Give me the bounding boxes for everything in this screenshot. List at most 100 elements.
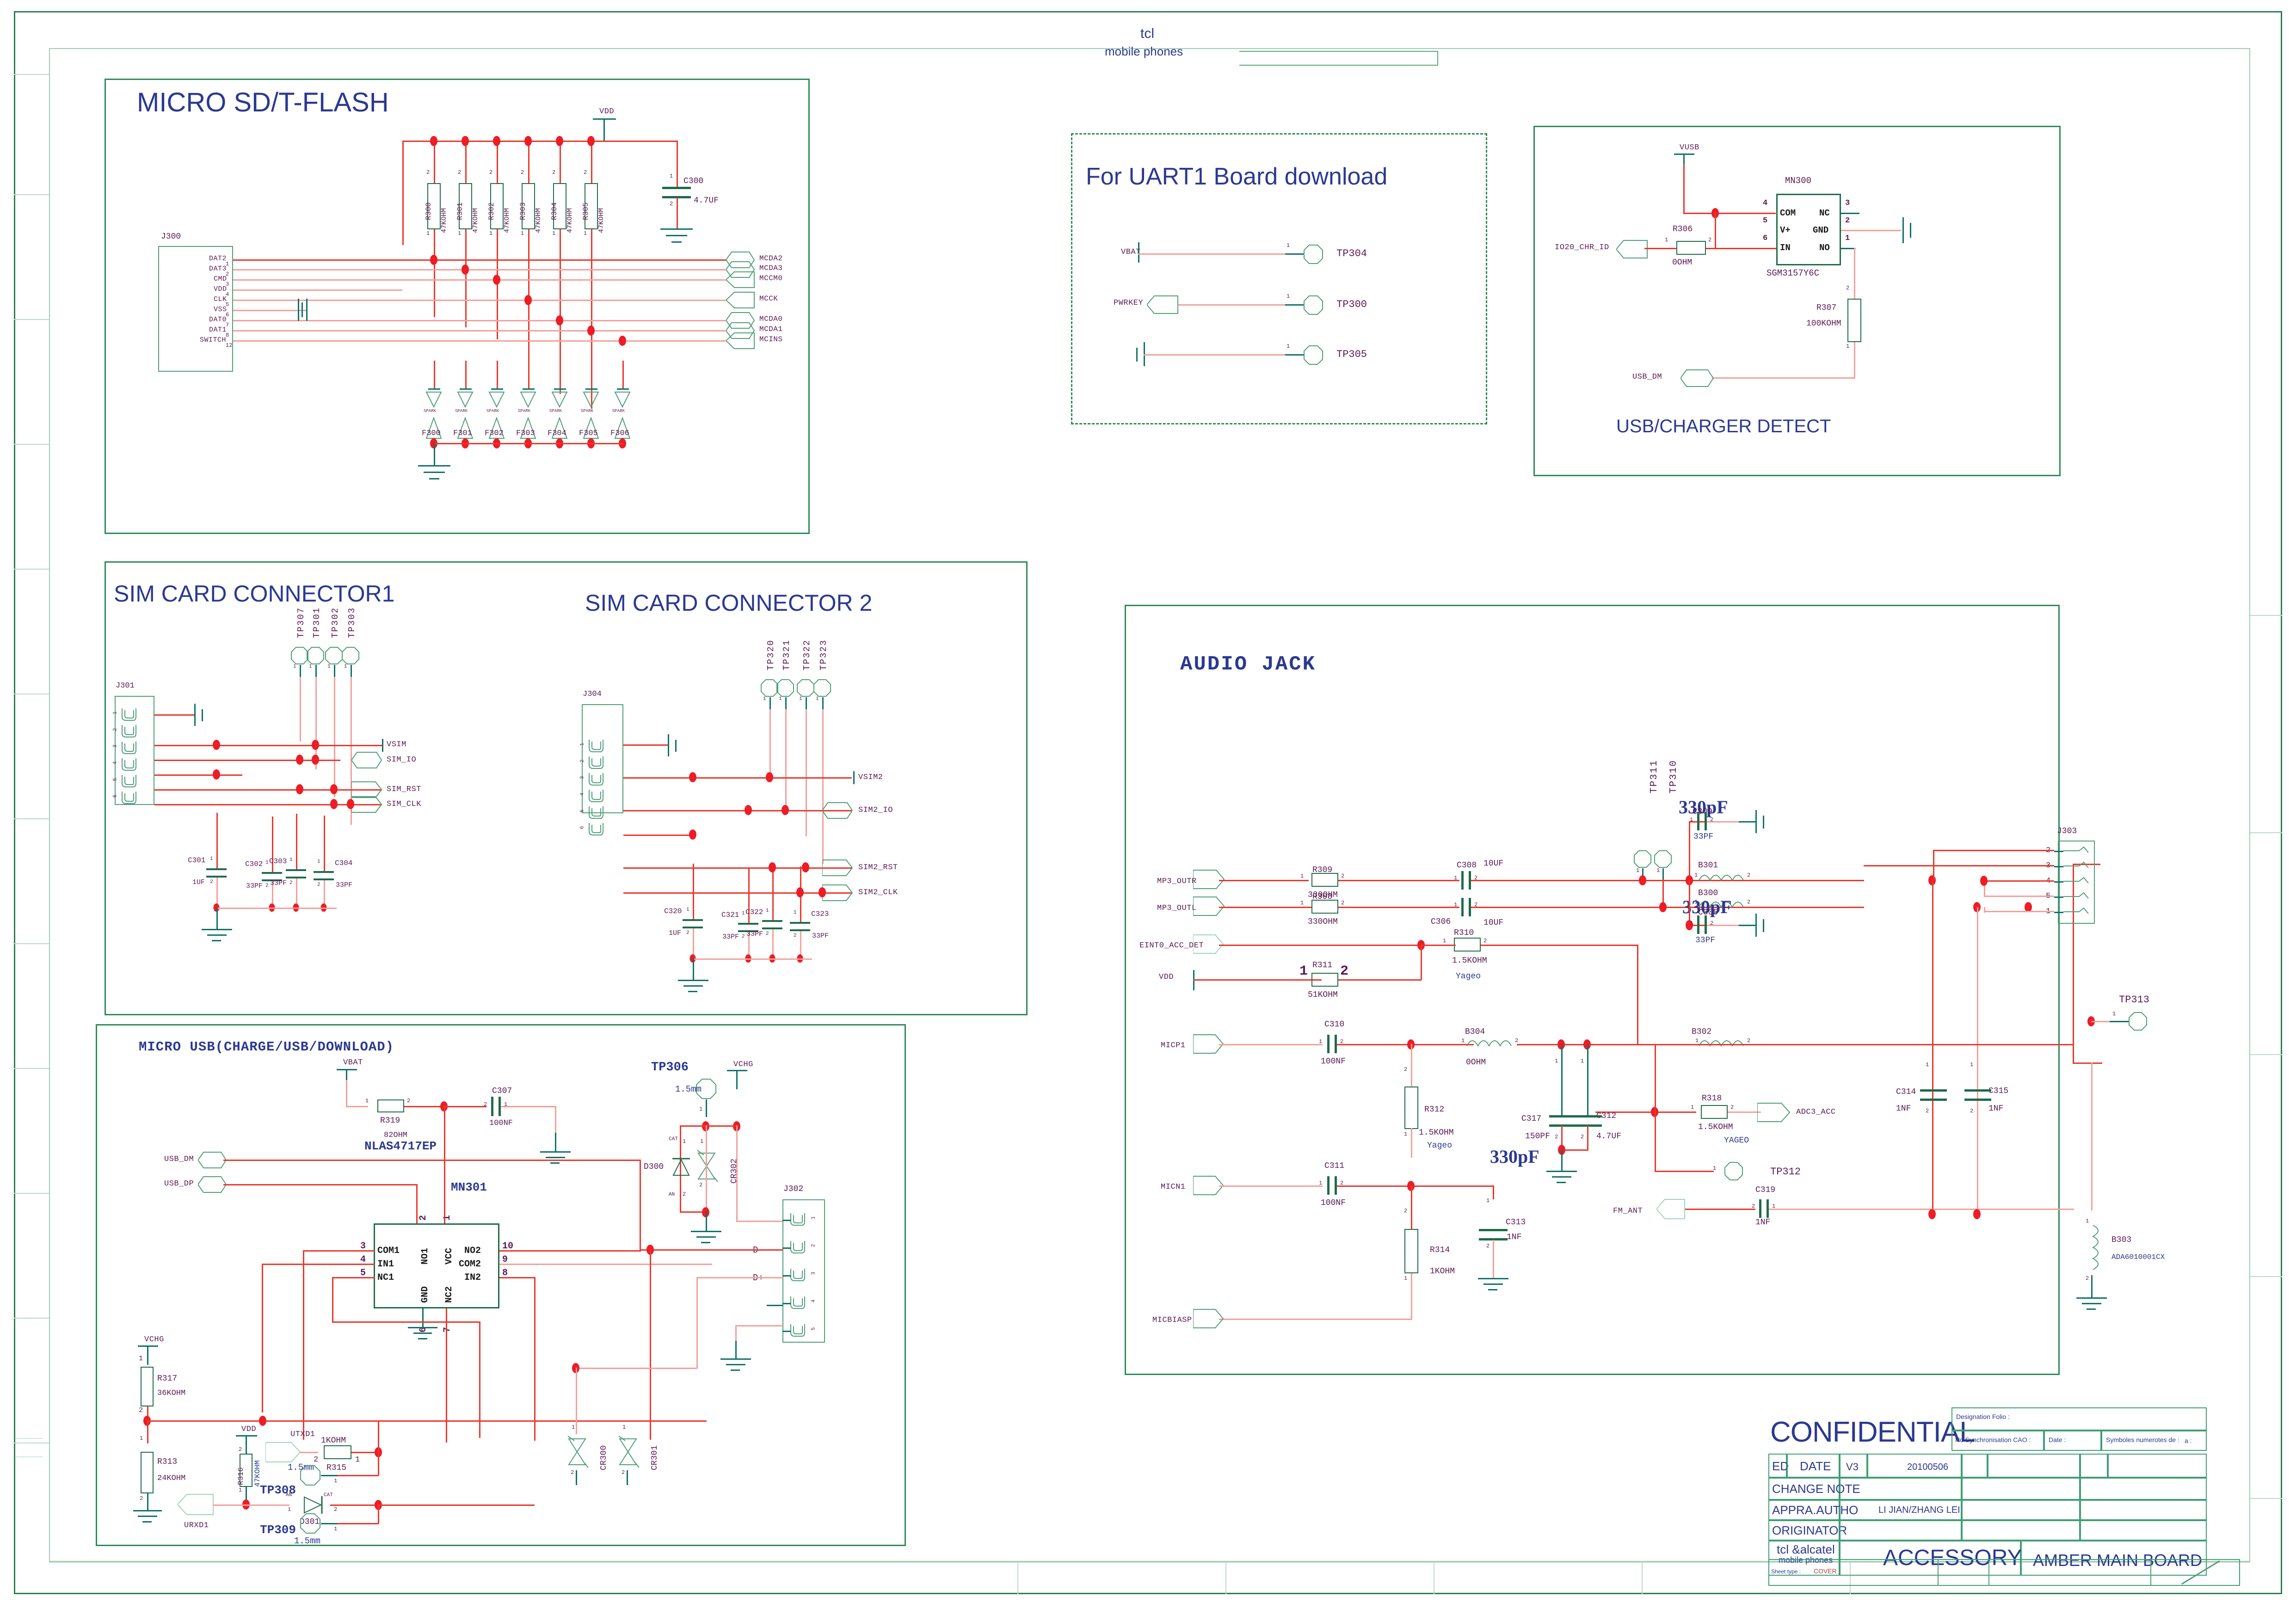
in2-drop	[534, 1277, 536, 1441]
r305-value: 47KOHM	[597, 208, 605, 233]
sim1-tp-pinnum: 1	[327, 664, 331, 669]
junction-dot	[296, 784, 303, 794]
row0-c5	[1962, 1454, 1988, 1478]
sim2-cap-pin1: 1	[794, 910, 797, 915]
urxd1-wire	[213, 1504, 289, 1506]
j302-pin-num: 2	[811, 1244, 817, 1247]
r313-pin2: 2	[140, 1495, 143, 1502]
sd-net-switch	[233, 340, 726, 342]
sim1-gnd-rail-bar2	[207, 934, 227, 936]
sim1-cap-pin2: 2	[289, 880, 293, 886]
r307-pin1: 1	[1846, 343, 1850, 350]
sim1-cap-stem	[296, 814, 297, 869]
junction-dot	[1639, 875, 1646, 885]
sim1-tp-label: TP302	[330, 607, 340, 638]
cr302-pin1: 1	[700, 1138, 704, 1145]
mn301-num-7: 7	[442, 1326, 453, 1332]
net-label-usb-dm-usb: USB_DM	[164, 1155, 194, 1164]
r319-ref: R319	[380, 1116, 400, 1125]
row2-c3	[1962, 1500, 2080, 1520]
sim2-tp-pinwire	[785, 697, 787, 710]
tp311-pinnum: 1	[1636, 867, 1640, 874]
junction-dot	[556, 136, 563, 146]
c300-pin2: 2	[670, 201, 673, 207]
junction-dot	[430, 255, 437, 265]
r301-value: 47KOHM	[472, 208, 480, 233]
j302-pin-num: 1	[811, 1216, 817, 1220]
r311-value: 51KOHM	[1308, 990, 1338, 1000]
sim1-cap-pin1: 1	[317, 859, 320, 865]
testpoint-tp306-icon	[696, 1079, 716, 1099]
esd-top-wire	[465, 361, 467, 388]
frame-tick	[2250, 1054, 2282, 1055]
sim2-cap-value: 33PF	[746, 930, 763, 938]
vcc-wire-mn301	[444, 1106, 445, 1223]
c317-plate-top	[1549, 1115, 1576, 1118]
c306-value: 10UF	[1483, 918, 1504, 927]
tp310-pinwire	[1662, 868, 1664, 880]
junction-dot	[493, 275, 500, 285]
com1-wire	[303, 1250, 375, 1252]
esd-ref: F301	[453, 429, 472, 438]
r301-bot-wire	[465, 229, 467, 327]
r310-ref: R310	[1454, 928, 1474, 938]
footer-slash	[2181, 1560, 2220, 1585]
header-rule	[1239, 51, 1438, 52]
sim2-cap-stem	[772, 865, 774, 920]
r315-ref: R315	[326, 1463, 347, 1473]
net-label-usb-dm: USB_DM	[1632, 373, 1662, 381]
nlas4717ep-part: NLAS4717EP	[364, 1139, 437, 1153]
sim2-cap-plate-top	[683, 919, 703, 921]
sim1-title: SIM CARD CONNECTOR1	[114, 581, 395, 607]
in1-wire	[262, 1264, 375, 1265]
uart1-wire-gnd	[1144, 354, 1285, 356]
j304-contact	[589, 790, 603, 802]
r302-pin1: 1	[489, 230, 493, 237]
r310-out-drop	[1637, 945, 1638, 1045]
r312-ref: R312	[1424, 1105, 1445, 1114]
j300-pin-name: CMD	[214, 275, 227, 283]
uart1-tp304-pinwire	[1285, 253, 1305, 255]
cr301-pin2: 2	[622, 1469, 625, 1476]
uart1-wire-pwrkey	[1178, 304, 1285, 306]
tp309-size: 1.5mm	[294, 1536, 321, 1546]
mn301-pin-gnd: GND	[420, 1286, 431, 1303]
no2-wire	[499, 1250, 641, 1252]
sim1-vsim-bar	[382, 739, 383, 752]
esd-top-bar	[428, 388, 440, 390]
gnd-sd-c300-bar1	[660, 228, 693, 230]
schematic-sheet: tcl mobile phones MICRO SD/T-FLASH VDD 2…	[0, 0, 2296, 1621]
tp308-pinnum: 1	[334, 1478, 338, 1484]
com2-wire	[499, 1264, 712, 1265]
sim1-tp-drop	[300, 677, 301, 742]
net-label-io20-chr-id: IO20_CHR_ID	[1555, 243, 1609, 252]
r309-pin2: 2	[1341, 873, 1345, 879]
version-value: V3	[1846, 1461, 1859, 1473]
j304-contact	[589, 756, 603, 769]
net-label-vdd-sd: VDD	[599, 107, 615, 116]
junction-dot	[1973, 1209, 1981, 1219]
esd-ref: F300	[422, 429, 441, 438]
row3-c3	[1962, 1520, 2080, 1541]
c317-gnd-bar3	[1557, 1182, 1566, 1183]
j304-contact	[589, 806, 603, 819]
r307-ref: R307	[1816, 303, 1837, 313]
resistor-r310	[1454, 938, 1481, 952]
b304-value: 0OHM	[1466, 1058, 1486, 1067]
frame-tick	[14, 1068, 49, 1069]
j300-pin-name: VSS	[214, 306, 227, 313]
j303-p1-wire	[1984, 911, 2054, 912]
c312-plate-top	[1479, 1229, 1508, 1231]
esd-ref: F306	[610, 429, 629, 438]
uart1-net-pwrkey: PWRKEY	[1114, 299, 1144, 307]
sim1-net-vsim: VSIM	[387, 740, 406, 749]
sim1-tp-drop	[334, 677, 335, 797]
r306-pin1: 1	[1665, 237, 1668, 243]
node-to-r310	[1421, 945, 1456, 946]
j303-contact	[2063, 846, 2089, 853]
c319-ref: C319	[1755, 1185, 1776, 1195]
sim2-cap-pin1: 1	[766, 908, 769, 914]
j300-pin-name: CLK	[214, 295, 227, 303]
c305-plate-left	[1697, 915, 1699, 934]
r311-to-node	[1338, 979, 1422, 981]
